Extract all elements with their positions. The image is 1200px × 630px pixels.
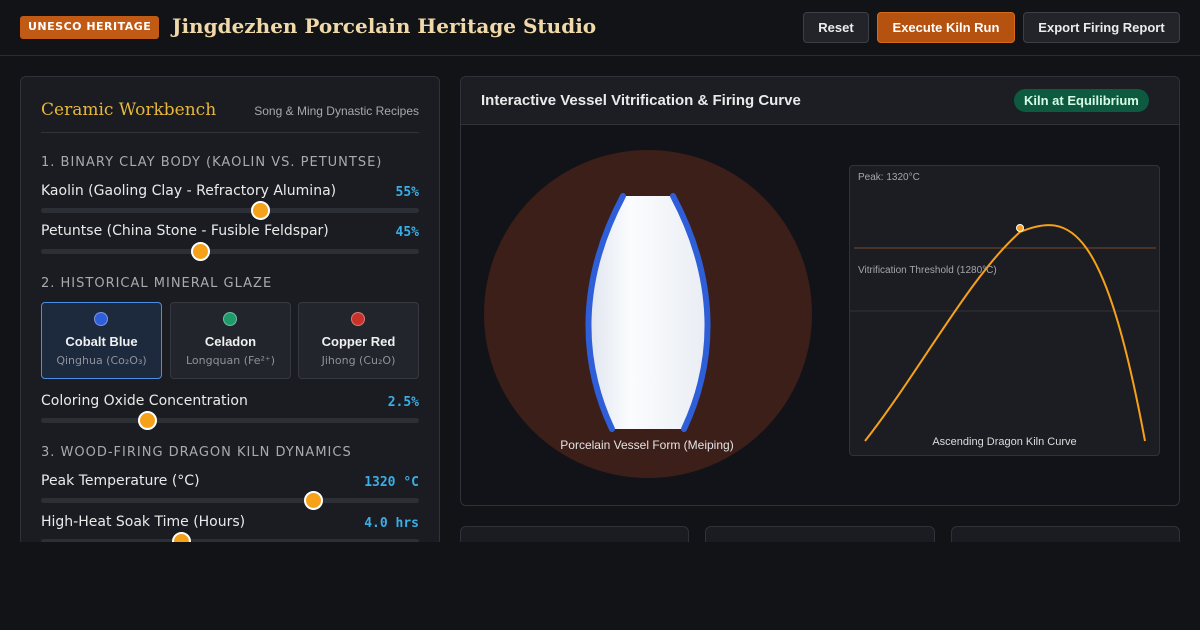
section-kiln-heading: 3. WOOD-FIRING DRAGON KILN DYNAMICS [41, 445, 352, 460]
kiln-temperature-curve [864, 224, 1146, 442]
section-clay-heading: 1. BINARY CLAY BODY (KAOLIN VS. PETUNTSE… [41, 155, 383, 170]
oxide-slider[interactable] [41, 411, 419, 430]
reset-button[interactable]: Reset [803, 12, 869, 43]
vessel-panel-title: Interactive Vessel Vitrification & Firin… [481, 92, 801, 109]
peak-temp-label: Peak Temperature (°C) [41, 473, 200, 489]
curve-peak-label: Peak: 1320°C [858, 172, 920, 183]
curve-caption: Ascending Dragon Kiln Curve [932, 436, 1077, 448]
vessel-firing-panel: Interactive Vessel Vitrification & Firin… [460, 76, 1180, 506]
app-title: Jingdezhen Porcelain Heritage Studio [172, 14, 597, 38]
section-glaze-heading: 2. HISTORICAL MINERAL GLAZE [41, 276, 273, 291]
glaze-chemistry: Longquan (Fe²⁺) [185, 354, 276, 367]
curve-threshold-label: Vitrification Threshold (1280°C) [858, 265, 997, 276]
glaze-chemistry: Qinghua (Co₂O₃) [56, 354, 147, 367]
glaze-option-cobalt-blue[interactable]: Cobalt Blue Qinghua (Co₂O₃) [41, 302, 162, 379]
vessel-caption: Porcelain Vessel Form (Meiping) [560, 438, 734, 452]
peak-temp-value: 1320 °C [364, 475, 419, 490]
glaze-chemistry: Jihong (Cu₂O) [321, 354, 396, 367]
vessel-panel-body: Porcelain Vessel Form (Meiping) Peak: 13… [461, 125, 1179, 505]
copper-red-swatch-icon [351, 312, 365, 326]
workbench-title: Ceramic Workbench [41, 100, 217, 120]
celadon-swatch-icon [223, 312, 237, 326]
oxide-value: 2.5% [387, 395, 419, 410]
glaze-option-copper-red[interactable]: Copper Red Jihong (Cu₂O) [298, 302, 419, 379]
peak-temp-slider-thumb[interactable] [304, 491, 324, 510]
export-firing-report-button[interactable]: Export Firing Report [1023, 12, 1180, 43]
workbench-subtitle: Song & Ming Dynastic Recipes [254, 104, 419, 118]
execute-kiln-run-button[interactable]: Execute Kiln Run [877, 12, 1015, 43]
cobalt-swatch-icon [94, 312, 108, 326]
glaze-option-celadon[interactable]: Celadon Longquan (Fe²⁺) [170, 302, 291, 379]
heritage-badge: UNESCO HERITAGE [20, 16, 160, 39]
kaolin-slider-thumb[interactable] [251, 201, 271, 220]
divider [41, 132, 419, 133]
kaolin-slider[interactable] [41, 201, 419, 220]
peak-marker [1016, 224, 1024, 232]
top-bar: UNESCO HERITAGE Jingdezhen Porcelain Her… [0, 0, 1200, 56]
soak-time-label: High-Heat Soak Time (Hours) [41, 514, 246, 530]
petuntse-value: 45% [395, 225, 419, 240]
glaze-name: Copper Red [321, 334, 396, 349]
kiln-status-badge: Kiln at Equilibrium [1014, 89, 1149, 112]
oxide-slider-thumb[interactable] [137, 411, 157, 430]
ceramic-workbench-panel: Ceramic Workbench Song & Ming Dynastic R… [20, 76, 440, 546]
vessel-panel-header: Interactive Vessel Vitrification & Firin… [461, 77, 1179, 125]
vessel-visualization[interactable] [483, 149, 813, 479]
glaze-name: Celadon [204, 334, 257, 349]
oxide-label: Coloring Oxide Concentration [41, 393, 248, 409]
petuntse-slider[interactable] [41, 242, 419, 261]
glaze-name: Cobalt Blue [65, 334, 138, 349]
firing-curve-chart: Peak: 1320°C Vitrification Threshold (12… [849, 165, 1160, 456]
viewport-cutoff [0, 542, 1200, 630]
firing-curve-plot [850, 224, 1159, 442]
soak-time-value: 4.0 hrs [364, 516, 419, 531]
kaolin-value: 55% [395, 185, 419, 200]
peak-temp-slider[interactable] [41, 491, 419, 510]
petuntse-label: Petuntse (China Stone - Fusible Feldspar… [41, 223, 329, 239]
petuntse-slider-thumb[interactable] [190, 242, 210, 261]
kaolin-label: Kaolin (Gaoling Clay - Refractory Alumin… [41, 183, 337, 199]
